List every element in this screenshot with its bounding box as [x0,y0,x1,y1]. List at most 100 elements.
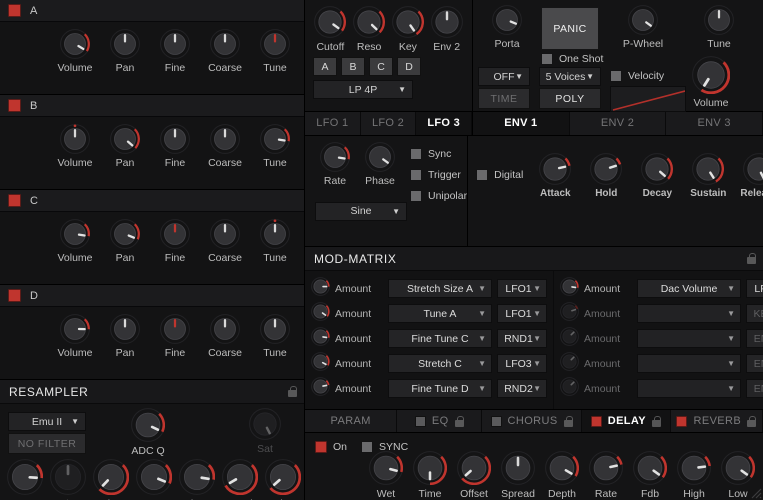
knob-dial[interactable] [545,451,579,485]
knob-dial[interactable] [110,124,140,154]
knob-adc-q[interactable]: ADC Q [128,408,168,457]
knob-dial[interactable] [60,219,90,249]
lfo-unipolar-toggle[interactable]: Unipolar [410,190,467,202]
mod-source-select[interactable]: RND2 ▼ [497,379,547,398]
mod-amount-knob[interactable] [311,377,330,401]
knob-sustain[interactable]: Sustain [684,153,732,199]
knob-p-wheel[interactable]: P-Wheel [623,5,663,50]
filter-route-a[interactable]: A [313,57,337,76]
knob-dial[interactable] [179,459,215,495]
tab-env-2[interactable]: ENV 2 [570,112,667,135]
knob-dial[interactable] [210,314,240,344]
knob-dial[interactable] [160,314,190,344]
knob-dial[interactable] [492,5,522,35]
knob-dial[interactable] [721,451,755,485]
knob-depth[interactable]: Depth [541,451,583,500]
knob-porta[interactable]: Porta [487,5,527,50]
knob-dial[interactable] [692,153,724,185]
knob-dial[interactable] [677,451,711,485]
knob-dial[interactable] [160,219,190,249]
knob-dial[interactable] [210,124,240,154]
mod-destination-select[interactable]: ▼ [637,354,741,373]
knob-attack[interactable]: Attack [531,153,579,199]
knob-volume[interactable]: Volume [55,29,95,74]
knob-dial[interactable] [260,29,290,59]
knob-fine[interactable]: Fine [155,124,195,169]
knob-volume[interactable]: Volume [55,124,95,169]
knob-coarse[interactable]: Coarse [205,314,245,359]
knob-dial[interactable] [110,219,140,249]
mod-destination-select[interactable]: ▼ [637,379,741,398]
mod-amount-knob[interactable] [560,277,579,301]
mod-source-select[interactable]: KEYB ▼ [746,304,763,323]
knob-level[interactable]: Level [220,459,260,500]
knob-cutoff[interactable]: Cutoff [313,6,348,53]
fx-tab-param[interactable]: PARAM [305,410,397,432]
knob-jitter[interactable]: Jitter [177,459,217,500]
knob-dial[interactable] [590,153,622,185]
delay-on-toggle[interactable]: On [315,441,347,453]
knob-dial[interactable] [210,219,240,249]
mod-source-select[interactable]: LFO1 ▼ [497,304,547,323]
knob-dial[interactable] [60,314,90,344]
knob-pan[interactable]: Pan [105,124,145,169]
filter-route-d[interactable]: D [397,57,421,76]
knob-release[interactable]: Release [735,153,763,199]
knob-bias[interactable]: Bias [91,459,131,500]
knob-fine[interactable]: Fine [155,219,195,264]
knob-dial[interactable] [641,153,673,185]
knob-pan[interactable]: Pan [105,219,145,264]
filter-route-c[interactable]: C [369,57,393,76]
layer-enable-led[interactable] [8,194,21,207]
resampler-model-select[interactable]: Emu II ▼ [8,412,86,431]
knob-dial[interactable] [633,451,667,485]
lock-icon[interactable] [652,416,661,427]
knob-dial[interactable] [210,29,240,59]
mod-amount-knob[interactable] [560,377,579,401]
knob-high[interactable]: High [673,451,715,500]
knob-hold[interactable]: Hold [582,153,630,199]
knob-dial[interactable] [110,29,140,59]
mod-amount-knob[interactable] [560,302,579,326]
mod-source-select[interactable]: ENV1 ▼ [746,354,763,373]
knob-dial[interactable] [320,142,350,172]
mod-amount-knob[interactable] [311,352,330,376]
lock-icon[interactable] [288,386,297,397]
mod-source-select[interactable]: ENV1 ▼ [746,379,763,398]
resize-handle[interactable] [749,486,762,499]
knob-volume[interactable]: Volume [55,314,95,359]
knob-pan[interactable]: Pan [105,29,145,74]
knob-dial[interactable] [160,124,190,154]
knob-tune[interactable]: Tune [255,124,295,169]
fx-tab-eq[interactable]: EQ [397,410,482,432]
knob-dial[interactable] [704,5,734,35]
layer-header[interactable]: C [0,190,304,212]
knob-dial[interactable] [431,6,463,38]
knob-key[interactable]: Key [391,6,426,53]
knob-dial[interactable] [369,451,403,485]
knob-bits[interactable]: Bits [48,459,88,500]
mod-source-select[interactable]: LFO3 ▼ [497,354,547,373]
lock-icon[interactable] [747,416,756,427]
knob-dial[interactable] [539,153,571,185]
filter-type-select[interactable]: LP 4P ▼ [313,80,413,99]
digital-toggle[interactable]: Digital [476,169,523,181]
layer-enable-led[interactable] [8,4,21,17]
knob-dial[interactable] [692,56,730,94]
mod-source-select[interactable]: ENV1 ▼ [746,329,763,348]
fx-enable-dot[interactable] [591,416,602,427]
knob-dial[interactable] [265,459,301,495]
knob-volume[interactable]: Volume [55,219,95,264]
knob-dial[interactable] [160,29,190,59]
fx-tab-reverb[interactable]: REVERB [671,410,763,432]
knob-dial[interactable] [365,142,395,172]
knob-tune[interactable]: Tune [255,314,295,359]
knob-dial[interactable] [353,6,385,38]
tab-lfo-1[interactable]: LFO 1 [305,112,361,135]
lock-icon[interactable] [564,416,573,427]
one-shot-toggle[interactable]: One Shot [541,53,603,65]
knob-dial[interactable] [628,5,658,35]
tab-env-3[interactable]: ENV 3 [666,112,763,135]
layer-enable-led[interactable] [8,289,21,302]
mod-destination-select[interactable]: ▼ [637,304,741,323]
